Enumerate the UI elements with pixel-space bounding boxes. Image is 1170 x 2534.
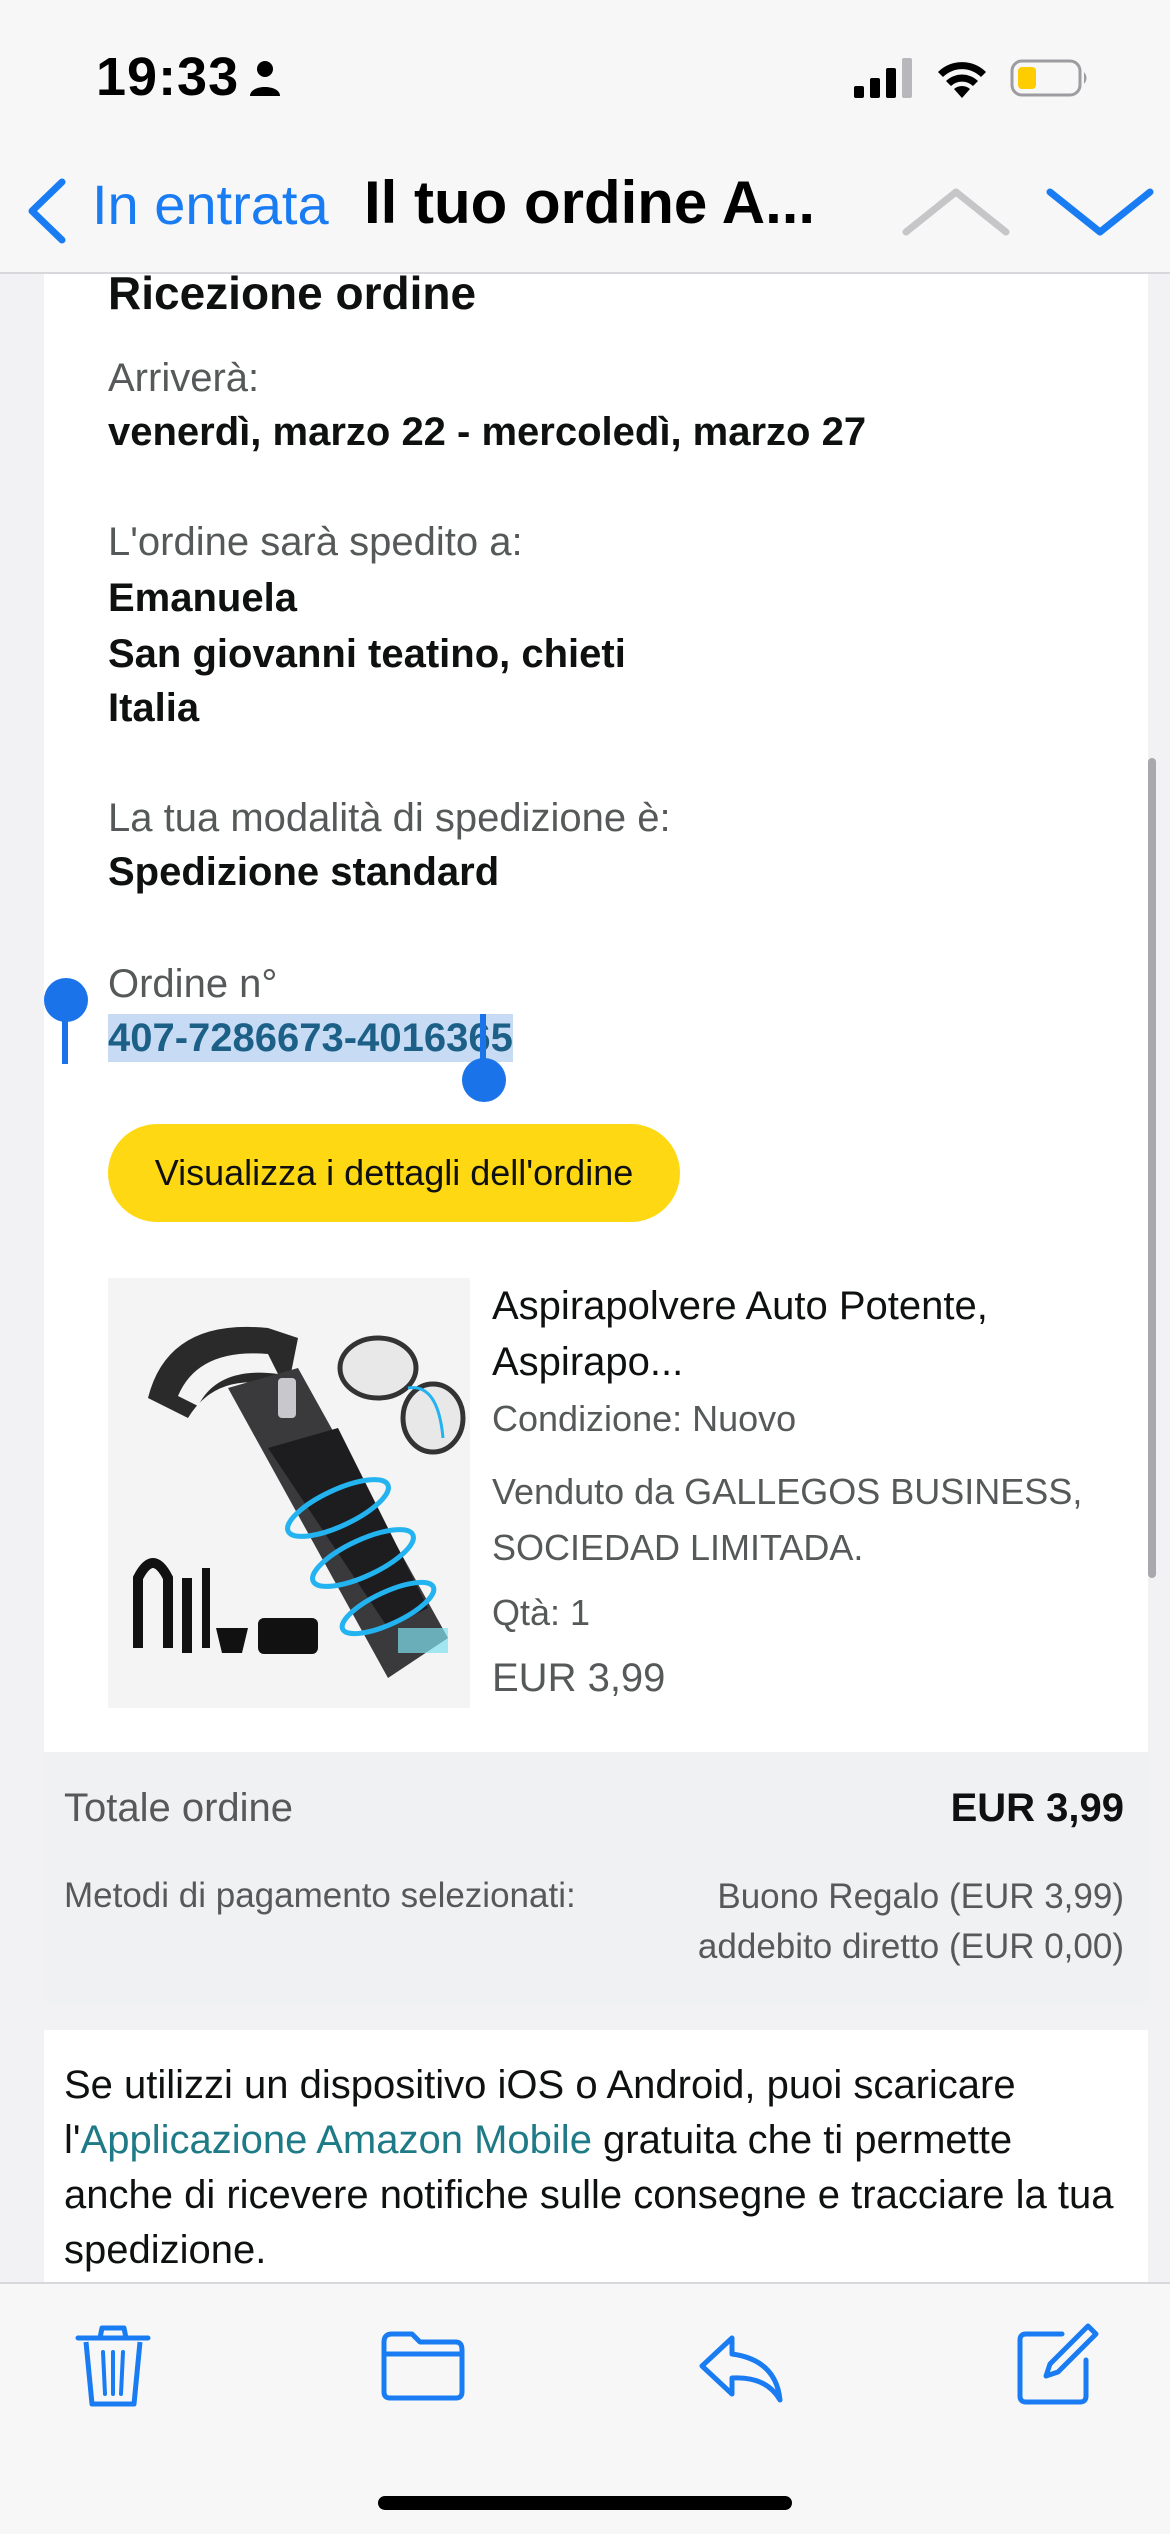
shipping-method-label: La tua modalità di spedizione è: <box>108 796 671 840</box>
order-number-selected[interactable]: 407-7286673-4016365 <box>108 1014 513 1062</box>
product-title-link[interactable]: Aspirapolvere Auto Potente, Aspirapo... <box>492 1278 1132 1390</box>
product-image[interactable] <box>108 1278 470 1708</box>
back-to-inbox-link[interactable]: In entrata <box>92 172 329 237</box>
app-promo-text: Se utilizzi un dispositivo iOS o Android… <box>64 2058 1124 2278</box>
order-total-label: Totale ordine <box>64 1786 294 1830</box>
section-title: Ricezione ordine <box>108 274 477 319</box>
order-number-label: Ordine n° <box>108 962 278 1006</box>
status-bar: 19:33 <box>0 0 1170 150</box>
shipping-method-value: Spedizione standard <box>108 850 500 894</box>
status-time: 19:33 <box>96 47 240 107</box>
person-icon <box>250 61 280 96</box>
product-price: EUR 3,99 <box>492 1656 666 1700</box>
ship-to-label: L'ordine sarà spedito a: <box>108 520 523 564</box>
wifi-icon <box>938 62 986 98</box>
next-message-icon[interactable] <box>1044 186 1156 238</box>
app-promo-card: Se utilizzi un dispositivo iOS o Android… <box>44 2030 1148 2282</box>
payment-methods-label: Metodi di pagamento selezionati: <box>64 1876 576 1915</box>
home-indicator[interactable] <box>378 2496 792 2510</box>
email-subject-title: Il tuo ordine A... <box>364 169 816 236</box>
scrollbar[interactable] <box>1148 758 1156 1578</box>
previous-message-icon[interactable] <box>900 186 1012 238</box>
selection-start-caret <box>62 1004 68 1064</box>
email-body[interactable]: Ricezione ordine Arriverà: venerdì, marz… <box>0 274 1170 2282</box>
order-summary: Totale ordine EUR 3,99 Metodi di pagamen… <box>44 1752 1148 2004</box>
arrival-label: Arriverà: <box>108 356 260 400</box>
payment-methods-value: Buono Regalo (EUR 3,99) addebito diretto… <box>698 1872 1124 1972</box>
order-total-value: EUR 3,99 <box>950 1786 1124 1830</box>
ship-to-name: Emanuela <box>108 576 297 620</box>
payment-direct-debit: addebito diretto (EUR 0,00) <box>697 1927 1124 1966</box>
arrival-value: venerdì, marzo 22 - mercoledì, marzo 27 <box>108 410 867 454</box>
ship-to-country: Italia <box>108 686 200 730</box>
order-card: Ricezione ordine Arriverà: venerdì, marz… <box>44 274 1148 1752</box>
compose-icon[interactable] <box>1010 2320 1100 2410</box>
reply-icon[interactable] <box>696 2320 786 2410</box>
view-order-details-button[interactable]: Visualizza i dettagli dell'ordine <box>108 1124 680 1222</box>
product-condition: Condizione: Nuovo <box>492 1398 797 1439</box>
chevron-left-icon[interactable] <box>24 176 70 246</box>
mail-nav-bar: In entrata Il tuo ordine A... <box>0 150 1170 274</box>
cellular-signal-icon <box>854 58 912 98</box>
ship-to-city: San giovanni teatino, chieti <box>108 632 626 676</box>
product-seller: Venduto da GALLEGOS BUSINESS, SOCIEDAD L… <box>492 1471 1083 1568</box>
folder-icon[interactable] <box>378 2320 468 2410</box>
amazon-app-link[interactable]: Applicazione Amazon Mobile <box>81 2118 592 2162</box>
product-quantity: Qtà: 1 <box>492 1592 591 1633</box>
vacuum-cleaner-image <box>108 1278 470 1708</box>
payment-gift-card: Buono Regalo (EUR 3,99) <box>717 1877 1124 1916</box>
trash-icon[interactable] <box>68 2320 158 2410</box>
battery-low-icon <box>1010 59 1087 97</box>
selection-end-handle[interactable] <box>462 1058 506 1102</box>
